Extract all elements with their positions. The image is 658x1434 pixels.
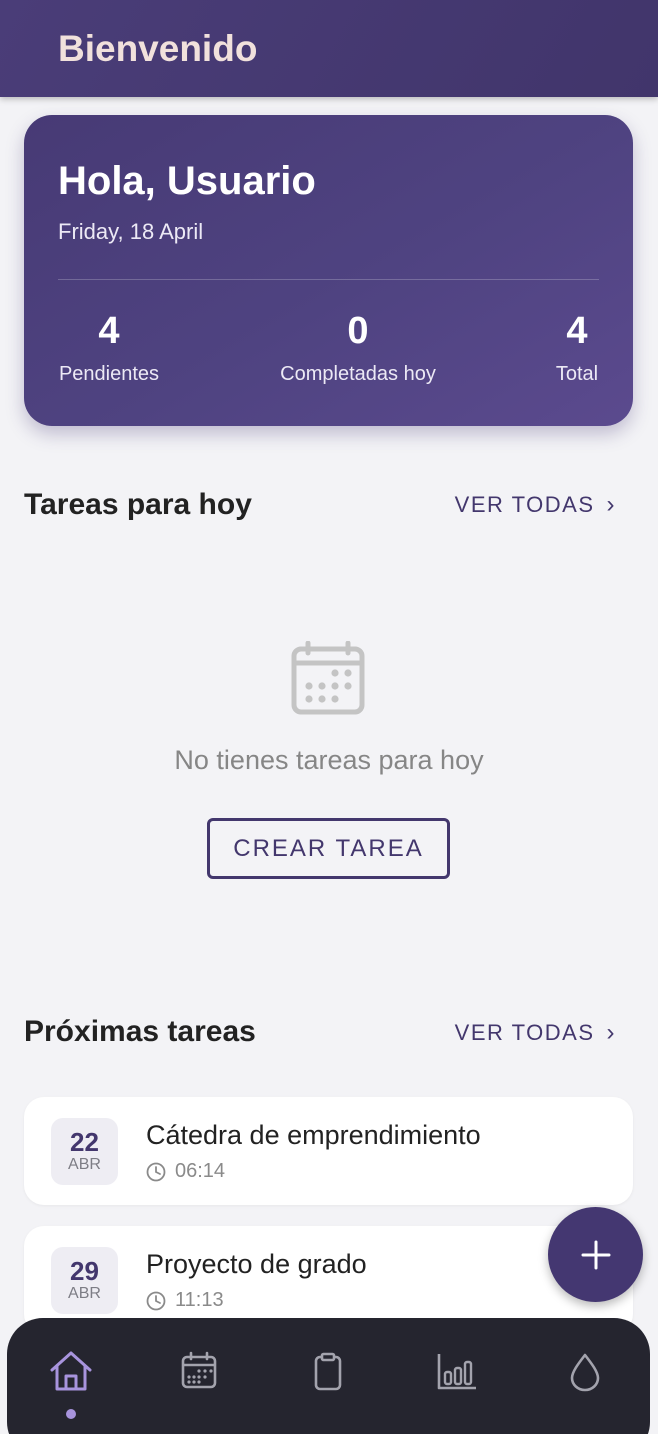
add-task-fab[interactable] [548, 1207, 643, 1302]
stat-completed-today: 0 Completadas hoy [276, 311, 440, 386]
stat-pending-value: 4 [98, 310, 120, 352]
summary-divider [58, 279, 599, 280]
clipboard-icon [314, 1352, 342, 1391]
summary-card: Hola, Usuario Friday, 18 April 4 Pendien… [24, 115, 633, 426]
task-date-badge: 29 ABR [51, 1247, 118, 1314]
stat-completed-value: 0 [347, 310, 369, 352]
nav-tasks[interactable] [298, 1348, 358, 1408]
clock-icon [146, 1162, 166, 1181]
greeting: Hola, Usuario [58, 159, 316, 203]
stat-completed-label: Completadas hoy [280, 363, 436, 385]
task-month: ABR [68, 1156, 101, 1173]
app-bar-title: Bienvenido [58, 28, 258, 69]
drop-icon [570, 1353, 600, 1392]
task-date-badge: 22 ABR [51, 1118, 118, 1185]
app-bar: Bienvenido [0, 0, 658, 97]
task-title: Cátedra de emprendimiento [146, 1120, 481, 1150]
empty-state-message: No tienes tareas para hoy [174, 745, 484, 775]
plus-icon [581, 1240, 610, 1269]
stat-pending: 4 Pendientes [58, 311, 160, 386]
calendar-icon [181, 1351, 217, 1389]
today-see-all-link[interactable]: VER TODAS › [455, 492, 616, 518]
task-time-value: 11:13 [175, 1289, 224, 1311]
nav-calendar[interactable] [169, 1348, 229, 1408]
clock-icon [146, 1291, 166, 1310]
stat-pending-label: Pendientes [58, 363, 160, 385]
calendar-icon [291, 641, 365, 715]
upcoming-see-all-label: VER TODAS [454, 1020, 595, 1045]
task-day: 29 [70, 1256, 99, 1286]
task-month: ABR [68, 1285, 101, 1302]
active-indicator [66, 1409, 76, 1419]
bottom-navigation [7, 1318, 650, 1434]
create-task-button[interactable]: CREAR TAREA [207, 818, 450, 879]
nav-statistics[interactable] [427, 1348, 487, 1408]
task-title: Proyecto de grado [146, 1249, 367, 1279]
task-card[interactable]: 22 ABR Cátedra de emprendimiento 06:14 [24, 1097, 633, 1205]
bar-chart-icon [437, 1354, 476, 1390]
stat-total-label: Total [555, 363, 599, 385]
current-date: Friday, 18 April [58, 219, 204, 244]
task-time-value: 06:14 [175, 1160, 226, 1182]
chevron-right-icon: › [606, 1019, 616, 1046]
nav-theme[interactable] [555, 1348, 615, 1408]
stat-total-value: 4 [566, 310, 588, 352]
today-section-title: Tareas para hoy [24, 488, 252, 521]
upcoming-section-title: Próximas tareas [24, 1015, 256, 1048]
task-time: 06:14 [146, 1160, 225, 1183]
chevron-right-icon: › [606, 491, 616, 518]
upcoming-see-all-link[interactable]: VER TODAS › [455, 1020, 616, 1046]
today-see-all-label: VER TODAS [454, 492, 595, 517]
home-icon [50, 1351, 92, 1391]
task-day: 22 [70, 1127, 99, 1157]
task-time: 11:13 [146, 1289, 224, 1312]
stat-total: 4 Total [554, 311, 600, 386]
nav-home[interactable] [41, 1348, 101, 1408]
